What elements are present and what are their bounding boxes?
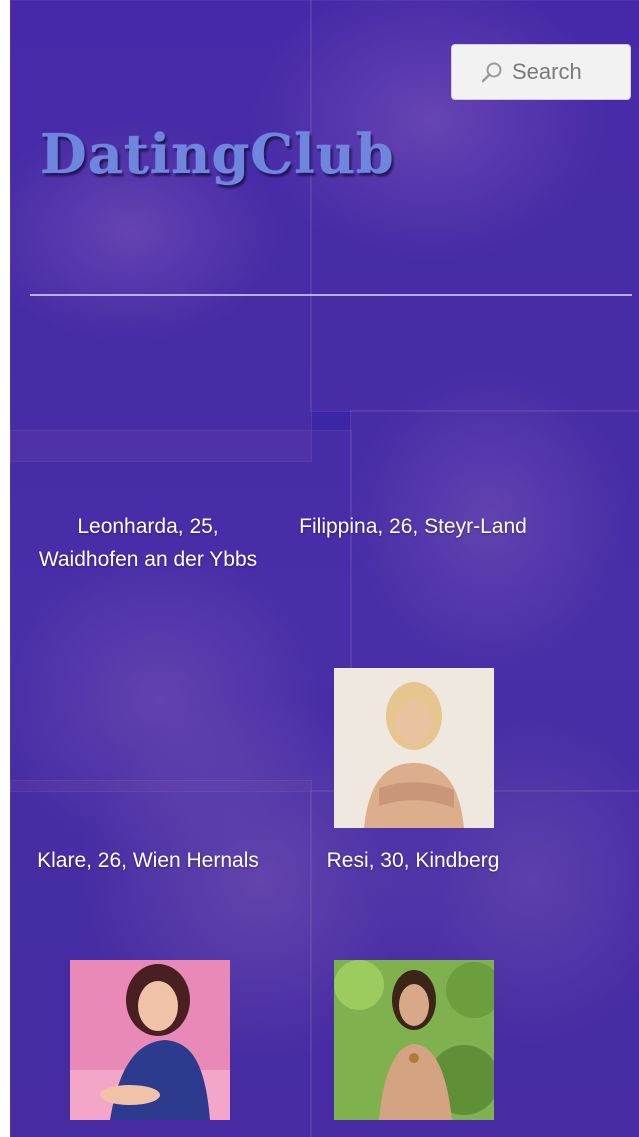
profile-photo[interactable] bbox=[334, 960, 494, 1120]
profile-card[interactable]: Resi, 30, Kindberg bbox=[293, 844, 533, 877]
background-photo-tile bbox=[10, 0, 312, 462]
search-label: Search bbox=[512, 59, 582, 84]
magnifier-icon bbox=[481, 62, 502, 83]
site-logo[interactable]: DatingClub bbox=[40, 122, 395, 186]
page: Search DatingClub Leonharda, 25, Waidhof… bbox=[10, 0, 639, 1137]
profile-photo-image bbox=[334, 960, 494, 1120]
profile-photo[interactable] bbox=[334, 668, 494, 828]
profile-photo-image bbox=[334, 668, 494, 828]
search-button[interactable]: Search bbox=[451, 44, 631, 100]
header-divider bbox=[30, 294, 632, 296]
profile-photo[interactable] bbox=[70, 960, 230, 1120]
profile-photo-image bbox=[70, 960, 230, 1120]
profile-card[interactable]: Klare, 26, Wien Hernals bbox=[28, 844, 268, 877]
profile-caption-link[interactable]: Filippina, 26, Steyr-Land bbox=[299, 515, 527, 538]
profile-card[interactable]: Filippina, 26, Steyr-Land bbox=[293, 510, 533, 543]
profile-caption-link[interactable]: Resi, 30, Kindberg bbox=[327, 849, 500, 872]
background-photo-tile bbox=[10, 430, 352, 792]
profile-caption-link[interactable]: Klare, 26, Wien Hernals bbox=[37, 849, 259, 872]
profile-card[interactable]: Leonharda, 25, Waidhofen an der Ybbs bbox=[28, 510, 268, 576]
profile-caption-link[interactable]: Leonharda, 25, Waidhofen an der Ybbs bbox=[39, 515, 257, 571]
